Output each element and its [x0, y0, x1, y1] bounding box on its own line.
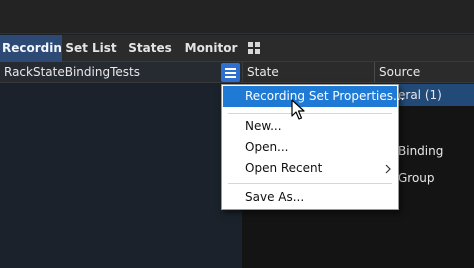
source-cell: Group: [398, 171, 435, 185]
menu-separator: [228, 113, 392, 114]
source-cell: eral (1): [398, 88, 442, 102]
recording-list-panel: [0, 84, 242, 268]
recording-set-menu: Recording Set Properties... New... Open.…: [221, 84, 404, 210]
tab-monitor[interactable]: Monitor: [180, 35, 242, 62]
menu-item-recording-set-properties[interactable]: Recording Set Properties...: [223, 86, 404, 107]
tab-bar: Recordin... Set List States Monitor: [0, 35, 474, 62]
menu-item-open-recent[interactable]: Open Recent: [223, 158, 397, 179]
menu-item-open[interactable]: Open...: [223, 137, 397, 158]
tab-set-list[interactable]: Set List: [62, 35, 120, 62]
top-toolbar: [0, 0, 474, 34]
menu-item-save-as[interactable]: Save As...: [223, 187, 397, 208]
menu-item-new[interactable]: New...: [223, 116, 397, 137]
column-header-source[interactable]: Source: [374, 62, 474, 83]
mouse-cursor-icon: [291, 99, 305, 120]
chevron-right-icon: [385, 164, 391, 174]
grid-layout-icon[interactable]: [248, 42, 261, 55]
source-cell: Binding: [398, 144, 444, 158]
recording-set-title: RackStateBindingTests: [0, 62, 242, 83]
column-header-state[interactable]: State: [242, 62, 374, 83]
tab-states[interactable]: States: [120, 35, 180, 62]
app-window: Recordin... Set List States Monitor Rack…: [0, 0, 474, 268]
tab-recording[interactable]: Recordin...: [0, 35, 62, 62]
hamburger-icon[interactable]: [221, 63, 240, 82]
menu-separator: [228, 183, 392, 184]
